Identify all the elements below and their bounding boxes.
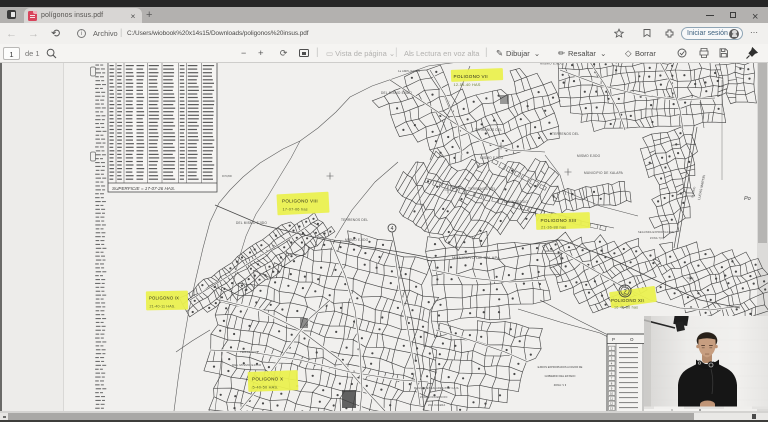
svg-text:10: 10 — [610, 392, 614, 396]
svg-text:POLIGONO VII: POLIGONO VII — [454, 74, 488, 79]
svg-text:12: 12 — [610, 402, 614, 406]
svg-text:MISMO EJIDO: MISMO EJIDO — [480, 156, 504, 160]
svg-text:ZONA 7(II): ZONA 7(II) — [650, 237, 664, 240]
svg-text:21-36-88 has: 21-36-88 has — [541, 225, 566, 230]
svg-text:DEL MISMO EJIDO: DEL MISMO EJIDO — [236, 221, 267, 225]
svg-text:MAGUEY ESCALARES POR CAJA: MAGUEY ESCALARES POR CAJA — [414, 387, 459, 390]
svg-text:5-40-50 HAS.: 5-40-50 HAS. — [253, 385, 279, 390]
svg-text:MUNICIPIO DE XALAPA: MUNICIPIO DE XALAPA — [584, 171, 624, 175]
svg-text:MISMO EJIDO: MISMO EJIDO — [345, 238, 369, 242]
svg-text:16-41-80 has: 16-41-80 has — [614, 306, 638, 310]
svg-text:DEL MISMO EJIDO: DEL MISMO EJIDO — [232, 363, 262, 367]
svg-text:POLIGONO XIII: POLIGONO XIII — [541, 218, 577, 223]
svg-text:MISMO EJIDO: MISMO EJIDO — [540, 63, 564, 66]
svg-text:SUPERFICIE = 17-07-26 HAS.: SUPERFICIE = 17-07-26 HAS. — [112, 186, 175, 191]
svg-text:TERRENOS DEL: TERRENOS DEL — [341, 218, 368, 222]
svg-text:TERRENOS DEL: TERRENOS DEL — [468, 187, 496, 191]
svg-text:O: O — [630, 337, 634, 342]
svg-text:17-07-06 has: 17-07-06 has — [283, 207, 308, 212]
svg-text:TERRENOS DEL: TERRENOS DEL — [552, 132, 579, 136]
svg-text:TERRENOS: TERRENOS — [240, 350, 258, 354]
svg-text:POLIGONO XII: POLIGONO XII — [611, 298, 644, 303]
svg-text:ZONA CONCEPCION: ZONA CONCEPCION — [420, 396, 447, 399]
svg-text:12-54-40 HAS: 12-54-40 HAS — [454, 82, 481, 87]
svg-text:13: 13 — [610, 407, 614, 411]
svg-text:R=5,800: R=5,800 — [222, 174, 232, 178]
svg-text:P: P — [612, 337, 615, 342]
svg-text:POLIGONO VIII: POLIGONO VIII — [282, 199, 318, 204]
svg-text:4: 4 — [391, 226, 394, 232]
svg-text:SEGUNDA EXPROPIACION: SEGUNDA EXPROPIACION — [638, 231, 674, 234]
svg-text:GOBIERNO DEL ESTADO: GOBIERNO DEL ESTADO — [545, 374, 576, 378]
svg-text:DEL MISMO EJIDO: DEL MISMO EJIDO — [381, 91, 412, 95]
svg-text:21-40-11 HAS.: 21-40-11 HAS. — [150, 305, 176, 309]
svg-text:EJIDOS EXPROPIADOS A FAVOR: EJIDOS EXPROPIADOS A FAVOR DE — [538, 365, 583, 369]
svg-text:1a AMPLIACION: 1a AMPLIACION — [398, 69, 420, 73]
svg-text:ZONA: V II: ZONA: V II — [554, 383, 567, 387]
svg-text:MISMO EJIDO: MISMO EJIDO — [504, 200, 528, 204]
svg-text:POLIGONO X: POLIGONO X — [252, 377, 283, 382]
svg-text:11: 11 — [610, 397, 613, 401]
svg-text:2DA CALERA: 2DA CALERA — [428, 404, 446, 407]
svg-text:MISMO EJIDO: MISMO EJIDO — [577, 154, 601, 158]
svg-text:Po: Po — [744, 196, 751, 202]
svg-text:POLIGONO IX: POLIGONO IX — [149, 296, 179, 301]
svg-text:TERRENOS DEL: TERRENOS DEL — [475, 128, 502, 132]
svg-text:MUNICIPIO DE XALAPA: MUNICIPIO DE XALAPA — [452, 255, 500, 260]
